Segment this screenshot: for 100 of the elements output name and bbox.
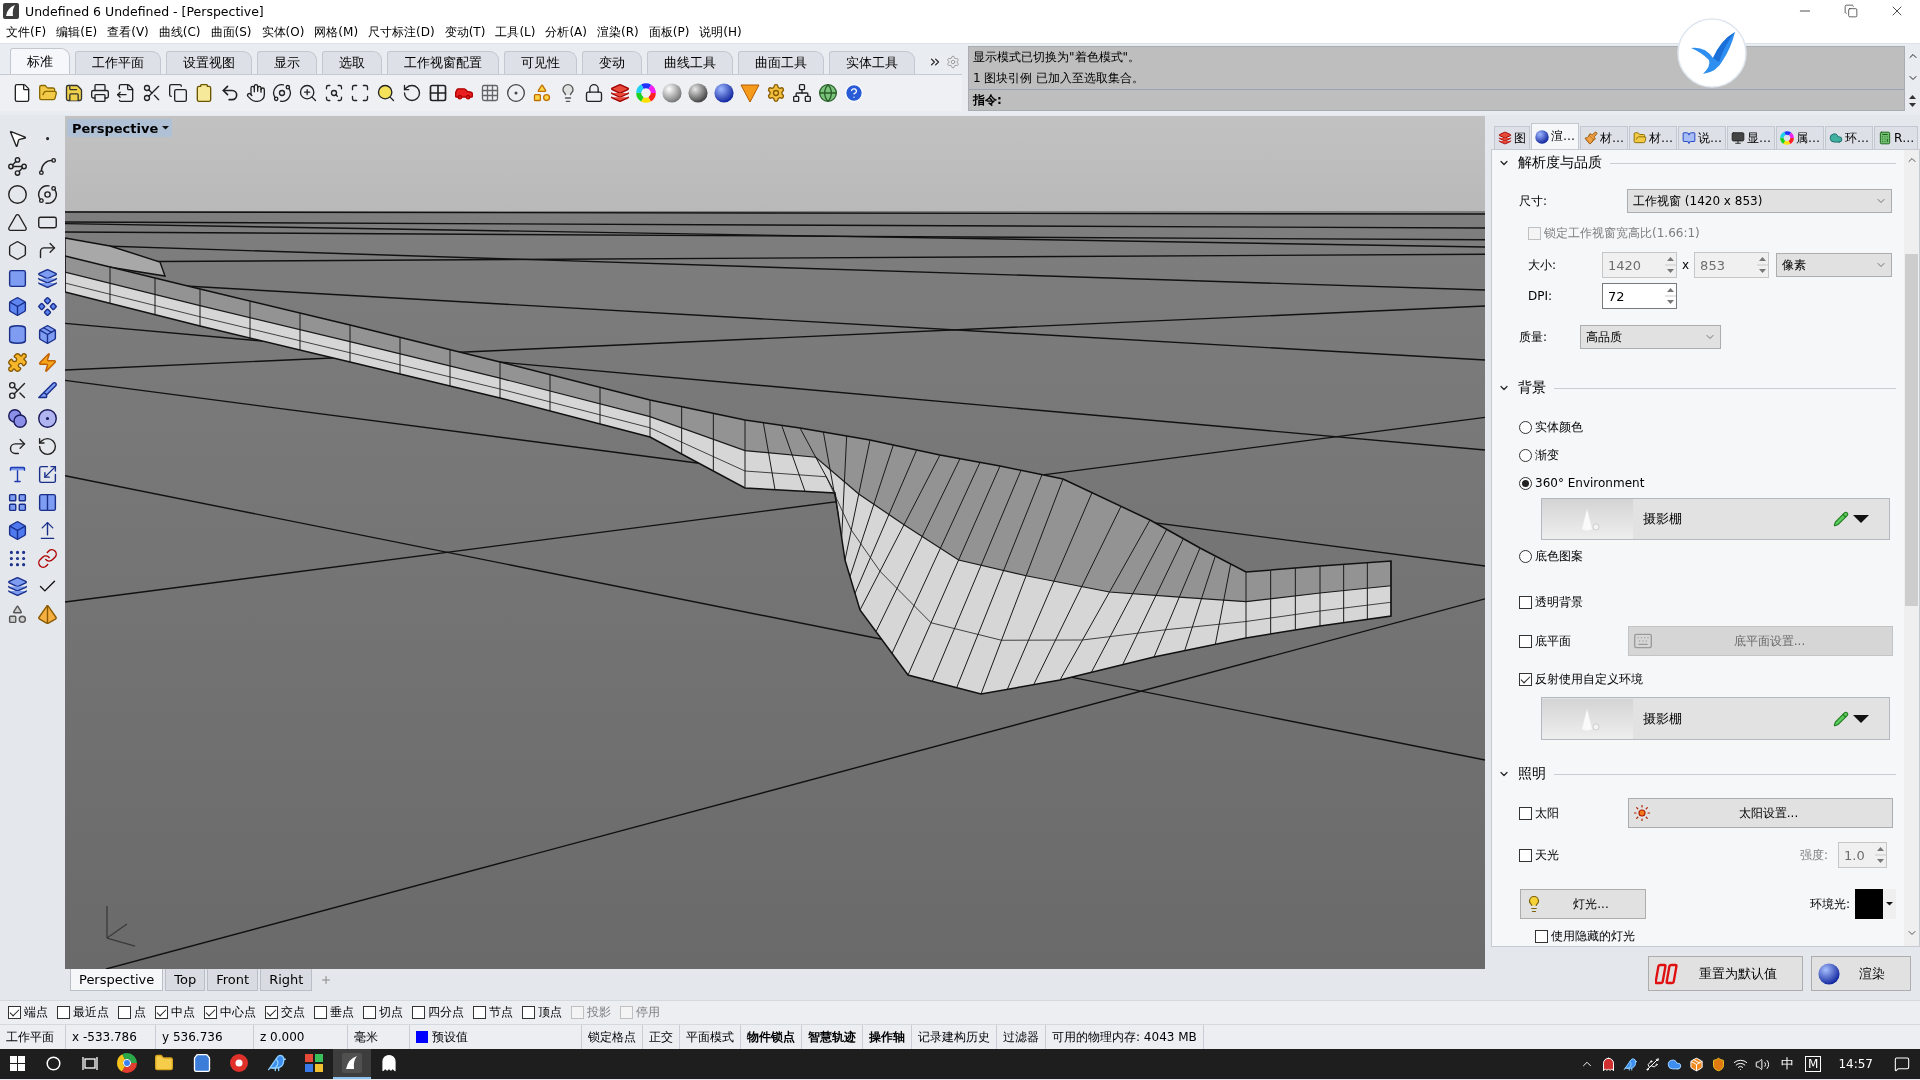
- ghost-icon[interactable]: [380, 1054, 399, 1072]
- menu-item[interactable]: 渲染(R): [592, 24, 644, 41]
- cloud-icon[interactable]: [1667, 1056, 1683, 1072]
- brush-icon[interactable]: [1584, 131, 1598, 145]
- panel-tab[interactable]: 材…: [1629, 126, 1677, 149]
- checkbox[interactable]: [412, 1006, 425, 1019]
- panel-tab[interactable]: R…: [1874, 126, 1919, 149]
- dropdown[interactable]: 高品质: [1580, 325, 1721, 349]
- scrollbar[interactable]: [1904, 150, 1919, 946]
- render-button[interactable]: 渲染: [1811, 956, 1911, 991]
- tiles-icon[interactable]: [305, 1054, 324, 1072]
- status-layer[interactable]: 预设值: [432, 1028, 468, 1046]
- viewport-tab[interactable]: Front: [207, 969, 259, 991]
- calculator-icon[interactable]: [1878, 131, 1892, 145]
- puzzle-icon[interactable]: [6, 351, 28, 373]
- triangle-icon[interactable]: [6, 211, 28, 233]
- restore-icon[interactable]: [1844, 4, 1858, 18]
- pyramid-icon[interactable]: [36, 603, 58, 625]
- toolbar-tab[interactable]: 变动: [582, 51, 642, 74]
- bird-icon[interactable]: [266, 1053, 287, 1073]
- squares-icon[interactable]: [6, 491, 28, 513]
- grid-plane-icon[interactable]: [480, 83, 500, 103]
- panel-tab[interactable]: 渲…: [1531, 123, 1579, 149]
- circles-icon[interactable]: [6, 407, 28, 429]
- toolbar-tab[interactable]: 显示: [257, 51, 317, 74]
- folder-icon[interactable]: [154, 1053, 175, 1073]
- sphere-icon[interactable]: [1535, 129, 1549, 144]
- cube-icon[interactable]: [6, 519, 28, 541]
- sun-settings-button[interactable]: 太阳设置...: [1628, 798, 1893, 828]
- cylinder-icon[interactable]: [6, 323, 28, 345]
- status-toggle[interactable]: 平面模式: [686, 1028, 734, 1046]
- columns-icon[interactable]: [36, 491, 58, 513]
- lights-button[interactable]: 灯光...: [1520, 889, 1646, 919]
- caret-down-icon[interactable]: [1886, 902, 1893, 906]
- cube-icon[interactable]: [6, 295, 28, 317]
- shapes-icon[interactable]: [532, 83, 552, 103]
- pencil-icon[interactable]: [1833, 511, 1849, 527]
- menu-item[interactable]: 文件(F): [1, 24, 52, 41]
- sun-icon[interactable]: [1633, 804, 1651, 822]
- printer-icon[interactable]: [90, 83, 110, 103]
- checkbox[interactable]: [8, 1006, 21, 1019]
- status-toggle[interactable]: 锁定格点: [588, 1028, 636, 1046]
- menu-item[interactable]: 查看(V): [102, 24, 154, 41]
- toolbar-tab[interactable]: 曲线工具: [647, 51, 733, 74]
- color-wheel-icon[interactable]: [1780, 131, 1794, 145]
- color-swatch[interactable]: [1855, 889, 1883, 919]
- menu-item[interactable]: 面板(P): [643, 24, 695, 41]
- sphere-icon[interactable]: [688, 83, 708, 103]
- book-icon[interactable]: [1682, 131, 1696, 145]
- gear-icon[interactable]: [766, 83, 786, 103]
- package-icon[interactable]: [36, 323, 58, 345]
- component-icon[interactable]: [36, 295, 58, 317]
- hand-icon[interactable]: [246, 83, 266, 103]
- toolbar-tab[interactable]: 工作视窗配置: [387, 51, 499, 74]
- radio-button[interactable]: [1519, 476, 1532, 490]
- network-icon[interactable]: [792, 83, 812, 103]
- shield-icon[interactable]: [1711, 1056, 1727, 1072]
- checkbox[interactable]: [265, 1006, 278, 1019]
- radio-button[interactable]: [1519, 549, 1532, 563]
- status-toggle[interactable]: 物件锁点: [747, 1028, 795, 1046]
- checkbox[interactable]: [1535, 929, 1548, 943]
- caret-down-icon[interactable]: [1853, 714, 1869, 723]
- circle-dot-icon[interactable]: [36, 407, 58, 429]
- viewport-tab[interactable]: Top: [165, 969, 206, 991]
- scissors-icon[interactable]: [6, 379, 28, 401]
- usb-icon[interactable]: [1645, 1056, 1661, 1072]
- package-icon[interactable]: [1689, 1056, 1705, 1072]
- viewport-grid-icon[interactable]: [428, 83, 448, 103]
- panel-tab[interactable]: 图: [1494, 126, 1530, 149]
- link-icon[interactable]: [36, 547, 58, 569]
- scaling-icon[interactable]: [36, 463, 58, 485]
- ghost-icon[interactable]: [1601, 1056, 1617, 1072]
- dropdown[interactable]: 工作视窗 (1420 x 853): [1627, 189, 1892, 213]
- notification-icon[interactable]: [1894, 1056, 1910, 1072]
- menu-item[interactable]: 分析(A): [540, 24, 592, 41]
- globe-icon[interactable]: [818, 83, 838, 103]
- layers-icon[interactable]: [36, 267, 58, 289]
- menu-item[interactable]: 尺寸标注(D): [363, 24, 440, 41]
- disc-icon[interactable]: [229, 1053, 250, 1073]
- checkbox[interactable]: [1519, 806, 1532, 820]
- taskbar-button[interactable]: [333, 1049, 371, 1079]
- expand-frame-icon[interactable]: [350, 83, 370, 103]
- grid-icon[interactable]: [6, 267, 28, 289]
- slice-icon[interactable]: [36, 379, 58, 401]
- panel-tab[interactable]: 显…: [1727, 126, 1775, 149]
- checkbox[interactable]: [363, 1006, 376, 1019]
- toolbar-tab[interactable]: 选取: [322, 51, 382, 74]
- document-arrow-icon[interactable]: [116, 83, 136, 103]
- sphere-icon[interactable]: [714, 83, 734, 103]
- scrollbar-thumb[interactable]: [1905, 254, 1918, 606]
- menu-item[interactable]: 工具(L): [490, 24, 541, 41]
- viewport-tab[interactable]: Perspective: [70, 969, 164, 991]
- horn-icon[interactable]: [341, 1053, 362, 1073]
- panel-tab[interactable]: 材…: [1580, 126, 1628, 149]
- radio-button[interactable]: [1519, 420, 1532, 434]
- menu-item[interactable]: 曲面(S): [205, 24, 257, 41]
- reset-button[interactable]: 重置为默认值: [1648, 956, 1803, 991]
- copy-icon[interactable]: [168, 83, 188, 103]
- toolbar-tab[interactable]: 可见性: [504, 51, 577, 74]
- speaker-icon[interactable]: [1755, 1056, 1771, 1072]
